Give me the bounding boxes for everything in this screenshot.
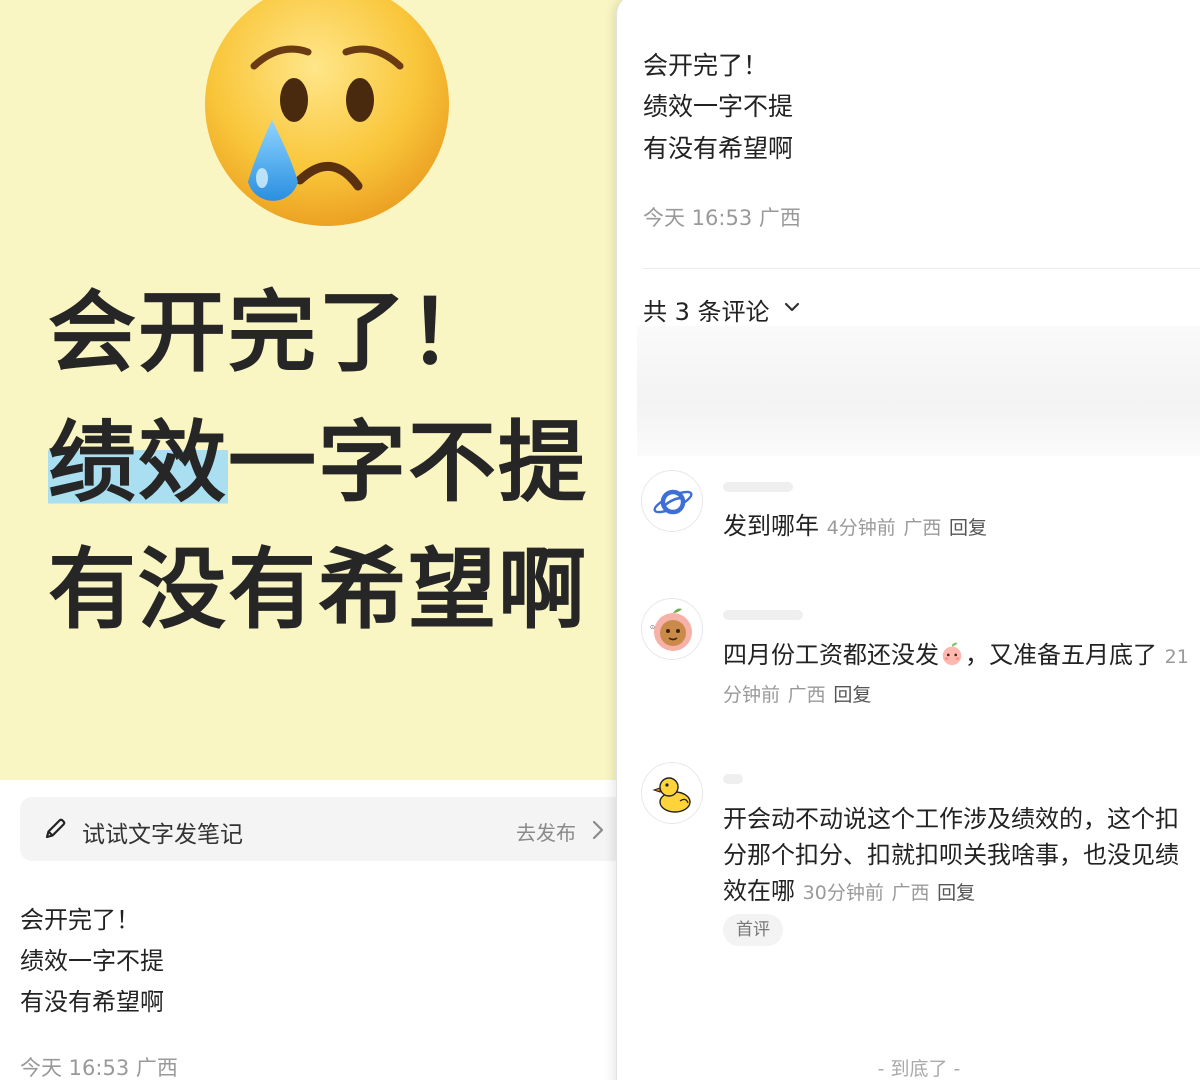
- blurred-username: [723, 610, 803, 620]
- comment-location: 广西: [891, 882, 930, 904]
- comment-text-after: ，又准备五月底了: [965, 641, 1157, 669]
- peach-face-icon: [942, 642, 962, 666]
- post-text-line-1: 会开完了！: [20, 906, 140, 934]
- reply-button[interactable]: 回复: [937, 882, 975, 904]
- comment-time: 4分钟前: [826, 517, 896, 539]
- detail-text-line-2: 绩效一字不提: [643, 92, 794, 121]
- post-text-line-3: 有没有希望啊: [20, 988, 164, 1016]
- planet-icon: [653, 489, 693, 515]
- comment-3[interactable]: 开会动不动说这个工作涉及绩效的，这个扣分那个扣分、扣就扣呗关我啥事，也没见绩效在…: [723, 801, 1193, 911]
- publish-link[interactable]: 去发布: [516, 817, 576, 846]
- chevron-down-icon[interactable]: [783, 300, 801, 314]
- pencil-icon: [45, 818, 66, 839]
- post-text-line-2: 绩效一字不提: [20, 947, 164, 975]
- cover-title-line-2-rest: 一字不提: [228, 411, 589, 514]
- comment-text: 四月份工资都还没发: [723, 641, 939, 669]
- avatar-duck[interactable]: [641, 762, 703, 824]
- svg-text:⊙: ⊙: [650, 624, 655, 631]
- cover-title-line-1: 会开完了！: [48, 281, 499, 384]
- divider: [643, 268, 1200, 269]
- comment-location: 广西: [787, 684, 826, 706]
- chevron-right-icon: [592, 820, 604, 840]
- post-meta: 今天 16:53 广西: [20, 1056, 178, 1080]
- comment-location: 广西: [903, 517, 942, 539]
- avatar-peach[interactable]: ⊙: [641, 598, 703, 660]
- avatar-planet[interactable]: [641, 470, 703, 532]
- reply-button[interactable]: 回复: [949, 517, 987, 539]
- peach-avatar-icon: ⊙: [650, 608, 692, 651]
- duck-icon: [652, 777, 691, 813]
- crying-face-icon: [205, 0, 449, 226]
- detail-text-line-3: 有没有希望啊: [643, 134, 794, 163]
- blurred-username: [723, 774, 743, 784]
- end-of-list-label: - 到底了 -: [877, 1058, 961, 1080]
- cover-title-line-2: 绩效一字不提: [48, 408, 588, 518]
- comment-time: 30分钟前: [802, 882, 884, 904]
- blurred-username: [723, 482, 793, 492]
- blurred-region: [637, 326, 1200, 456]
- cover-title-line-3: 有没有希望啊: [48, 538, 589, 641]
- comment-2[interactable]: 四月份工资都还没发 ，又准备五月底了 21分钟前 广西 回复: [723, 637, 1193, 713]
- note-cover-image[interactable]: 会开完了！ 绩效一字不提 有没有希望啊: [0, 0, 640, 780]
- first-comment-badge: 首评: [723, 914, 783, 946]
- compose-placeholder: 试试文字发笔记: [82, 822, 243, 848]
- cover-highlight-text: 绩效: [48, 411, 229, 514]
- reply-button[interactable]: 回复: [833, 684, 871, 706]
- compose-text-note-bar[interactable]: 试试文字发笔记 去发布: [20, 797, 624, 861]
- comment-count-toggle[interactable]: 共 3 条评论: [643, 292, 770, 327]
- comment-text: 发到哪年: [723, 512, 819, 540]
- comment-1[interactable]: 发到哪年 4分钟前 广西 回复: [723, 508, 1193, 546]
- note-detail-card: 会开完了！ 绩效一字不提 有没有希望啊 今天 16:53 广西 共 3 条评论 …: [616, 0, 1200, 1080]
- detail-text-line-1: 会开完了！: [643, 51, 769, 80]
- detail-meta: 今天 16:53 广西: [643, 206, 801, 230]
- note-image-panel: 会开完了！ 绩效一字不提 有没有希望啊 试试文字发笔记 去发布 会开完了！ 绩效…: [0, 0, 640, 1080]
